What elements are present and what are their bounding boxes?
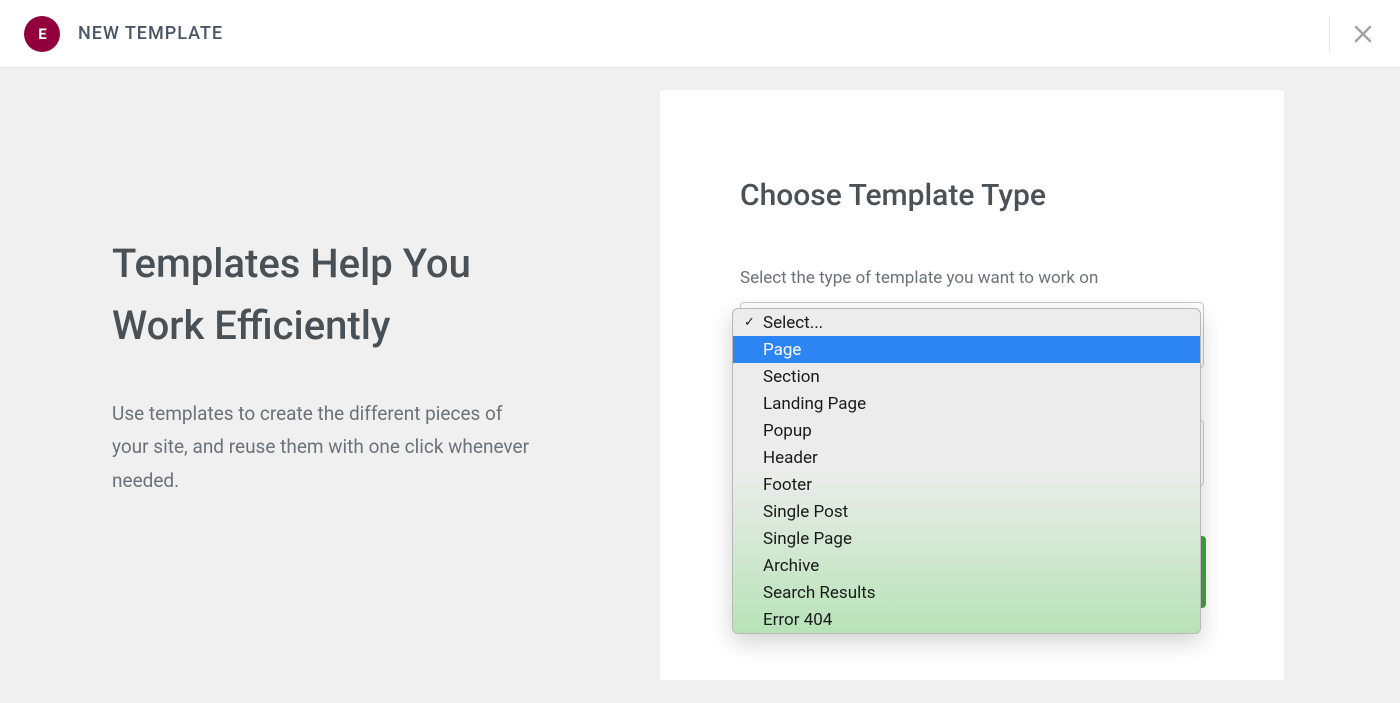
- dropdown-option-label: Search Results: [763, 583, 876, 603]
- template-type-dropdown: ✓ Select... Page Section Landing Page Po…: [732, 308, 1201, 634]
- modal-title: NEW TEMPLATE: [78, 23, 223, 44]
- dropdown-option-label: Popup: [763, 421, 812, 441]
- dropdown-option-label: Error 404: [763, 610, 832, 630]
- template-type-label: Select the type of template you want to …: [740, 268, 1204, 288]
- dropdown-option-header[interactable]: Header: [733, 444, 1200, 471]
- dropdown-option-label: Single Post: [763, 502, 848, 522]
- logo-glyph: E: [38, 25, 45, 43]
- dropdown-option-error-404[interactable]: Error 404: [733, 606, 1200, 633]
- close-button[interactable]: [1329, 16, 1372, 52]
- elementor-logo: E: [24, 16, 60, 52]
- dropdown-option-page[interactable]: Page: [733, 336, 1200, 363]
- dropdown-placeholder-label: Select...: [763, 313, 823, 333]
- dropdown-option-label: Header: [763, 448, 818, 468]
- dropdown-option-section[interactable]: Section: [733, 363, 1200, 390]
- dropdown-option-archive[interactable]: Archive: [733, 552, 1200, 579]
- dropdown-option-label: Single Page: [763, 529, 852, 549]
- dropdown-option-single-page[interactable]: Single Page: [733, 525, 1200, 552]
- info-title: Templates Help You Work Efficiently: [112, 233, 540, 357]
- info-panel: Templates Help You Work Efficiently Use …: [40, 68, 580, 703]
- form-title: Choose Template Type: [740, 178, 1204, 213]
- modal-header: E NEW TEMPLATE: [0, 0, 1400, 68]
- dropdown-option-popup[interactable]: Popup: [733, 417, 1200, 444]
- dropdown-option-single-post[interactable]: Single Post: [733, 498, 1200, 525]
- dropdown-option-label: Footer: [763, 475, 812, 495]
- dropdown-option-search-results[interactable]: Search Results: [733, 579, 1200, 606]
- checkmark-icon: ✓: [744, 315, 763, 330]
- dropdown-option-label: Archive: [763, 556, 819, 576]
- dropdown-option-label: Page: [763, 340, 801, 360]
- dropdown-option-landing-page[interactable]: Landing Page: [733, 390, 1200, 417]
- dropdown-option-label: Section: [763, 367, 820, 387]
- dropdown-option-label: Landing Page: [763, 394, 866, 414]
- dropdown-option-footer[interactable]: Footer: [733, 471, 1200, 498]
- close-icon: [1354, 25, 1372, 43]
- info-description: Use templates to create the different pi…: [112, 397, 532, 497]
- dropdown-placeholder[interactable]: ✓ Select...: [733, 309, 1200, 336]
